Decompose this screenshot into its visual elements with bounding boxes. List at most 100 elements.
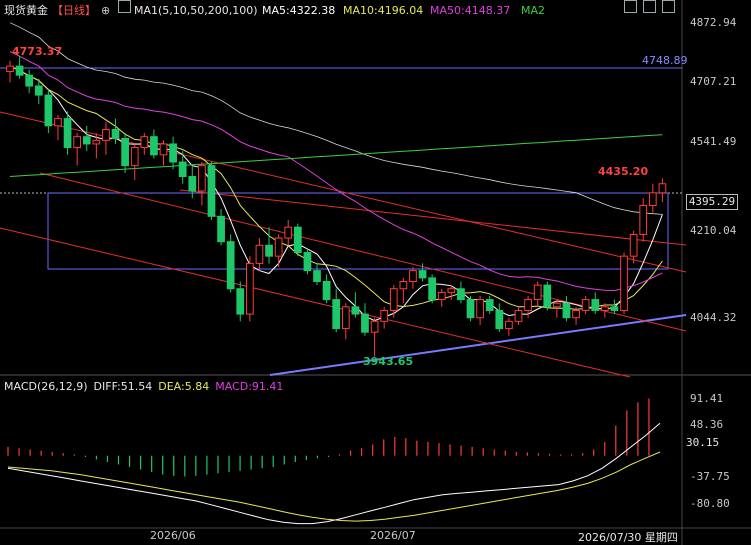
candle-body — [34, 85, 43, 96]
candle — [313, 263, 321, 286]
candle — [303, 248, 312, 275]
candle-body — [476, 299, 484, 319]
candle — [44, 89, 53, 134]
candle — [380, 306, 389, 329]
candle-body — [217, 215, 225, 243]
candle-body — [121, 138, 129, 167]
candle — [111, 118, 120, 144]
candle — [514, 306, 523, 325]
candle-body — [198, 165, 206, 192]
candle-body — [524, 299, 532, 311]
candle-body — [380, 309, 389, 322]
candle-body — [514, 309, 523, 322]
candle — [620, 252, 628, 315]
macd-dea: DEA:5.84 — [158, 380, 210, 393]
price-tick: 4210.04 — [690, 224, 737, 237]
candle — [226, 234, 235, 293]
box-top-label: 4748.89 — [642, 54, 688, 67]
candle-body — [63, 118, 72, 149]
date-tick-current: 2026/07/30 星期四 — [578, 531, 678, 544]
candle-body — [92, 139, 101, 145]
channel-line-lower — [0, 227, 631, 378]
candle — [543, 281, 552, 311]
candle-body — [610, 306, 619, 311]
ma-params: MA1(5,10,50,200,100) — [134, 4, 258, 17]
candle-body — [361, 313, 369, 333]
period-selector[interactable]: 【日线】 — [52, 0, 96, 22]
candle-body — [533, 284, 542, 301]
candle-body — [591, 299, 600, 311]
candle — [533, 281, 542, 307]
candle — [351, 292, 360, 318]
macd-tick: -80.80 — [690, 497, 730, 510]
candle-body — [553, 302, 561, 308]
candle-body — [82, 136, 91, 145]
candle — [457, 281, 465, 304]
candle — [399, 277, 408, 304]
candle-body — [370, 320, 379, 333]
range-box — [47, 192, 669, 270]
candle-body — [73, 136, 82, 149]
date-tick: 2026/06 — [150, 529, 196, 542]
candle-body — [130, 147, 139, 167]
macd-value: MACD:91.41 — [215, 380, 284, 393]
candle-body — [437, 291, 446, 301]
window-close-icon[interactable] — [662, 0, 675, 13]
candle-body — [648, 192, 657, 206]
candle — [389, 285, 398, 318]
ma-toggle-checkbox[interactable] — [118, 0, 131, 13]
candle-body — [188, 176, 197, 192]
candle-body — [457, 288, 465, 301]
candle — [332, 288, 341, 333]
candle-body — [341, 306, 350, 330]
chart-header: 现货黄金 【日线】 ⊕ MA1(5,10,50,200,100) MA5:432… — [0, 0, 751, 22]
macd-diff: DIFF:51.54 — [93, 380, 153, 393]
window-restore-icon[interactable] — [643, 0, 656, 13]
settings-icon[interactable]: ⊕ — [101, 0, 110, 22]
instrument-name: 现货黄金 — [4, 4, 48, 17]
window-minimize-icon[interactable] — [624, 0, 637, 13]
macd-panel — [7, 398, 661, 525]
candle — [63, 111, 72, 155]
candle-body — [245, 262, 254, 315]
kline-chart[interactable] — [0, 0, 751, 545]
ma200-line — [9, 134, 663, 177]
ma100-line — [9, 22, 663, 215]
candle-body — [562, 302, 571, 319]
candle-body — [140, 136, 149, 149]
candle-body — [150, 136, 158, 156]
current-price-tag: 4395.29 — [686, 194, 738, 210]
candle — [341, 303, 350, 340]
candle — [648, 183, 657, 213]
candle-body — [226, 241, 235, 290]
candlesticks[interactable] — [6, 55, 667, 357]
candle-body — [581, 299, 590, 311]
candle-body — [6, 65, 14, 73]
candle — [322, 274, 331, 304]
candle-body — [54, 118, 62, 127]
candle-body — [178, 161, 187, 178]
candle — [629, 230, 638, 264]
candle — [581, 295, 590, 315]
candle — [495, 303, 504, 333]
candle-body — [284, 226, 293, 239]
candle — [150, 129, 158, 159]
candle-body — [351, 306, 360, 315]
candle-body — [399, 281, 408, 290]
high-label: 4773.37 — [12, 45, 63, 58]
ma10-line — [9, 65, 663, 310]
candle-body — [236, 288, 245, 315]
price-tick: 4872.94 — [690, 16, 737, 29]
dea-line — [7, 451, 661, 522]
channel-line-short — [179, 189, 687, 246]
candle-body — [505, 320, 513, 330]
trend-drawings[interactable] — [0, 67, 687, 378]
ma5-value: MA5:4322.38 — [262, 4, 336, 17]
candle-body — [418, 270, 427, 279]
candle — [54, 114, 62, 141]
candle — [73, 133, 82, 166]
candle — [562, 295, 571, 322]
candle — [485, 295, 494, 315]
macd-tick: 91.41 — [690, 392, 724, 405]
macd-header: MACD(26,12,9) DIFF:51.54 DEA:5.84 MACD:91.4… — [0, 377, 289, 397]
